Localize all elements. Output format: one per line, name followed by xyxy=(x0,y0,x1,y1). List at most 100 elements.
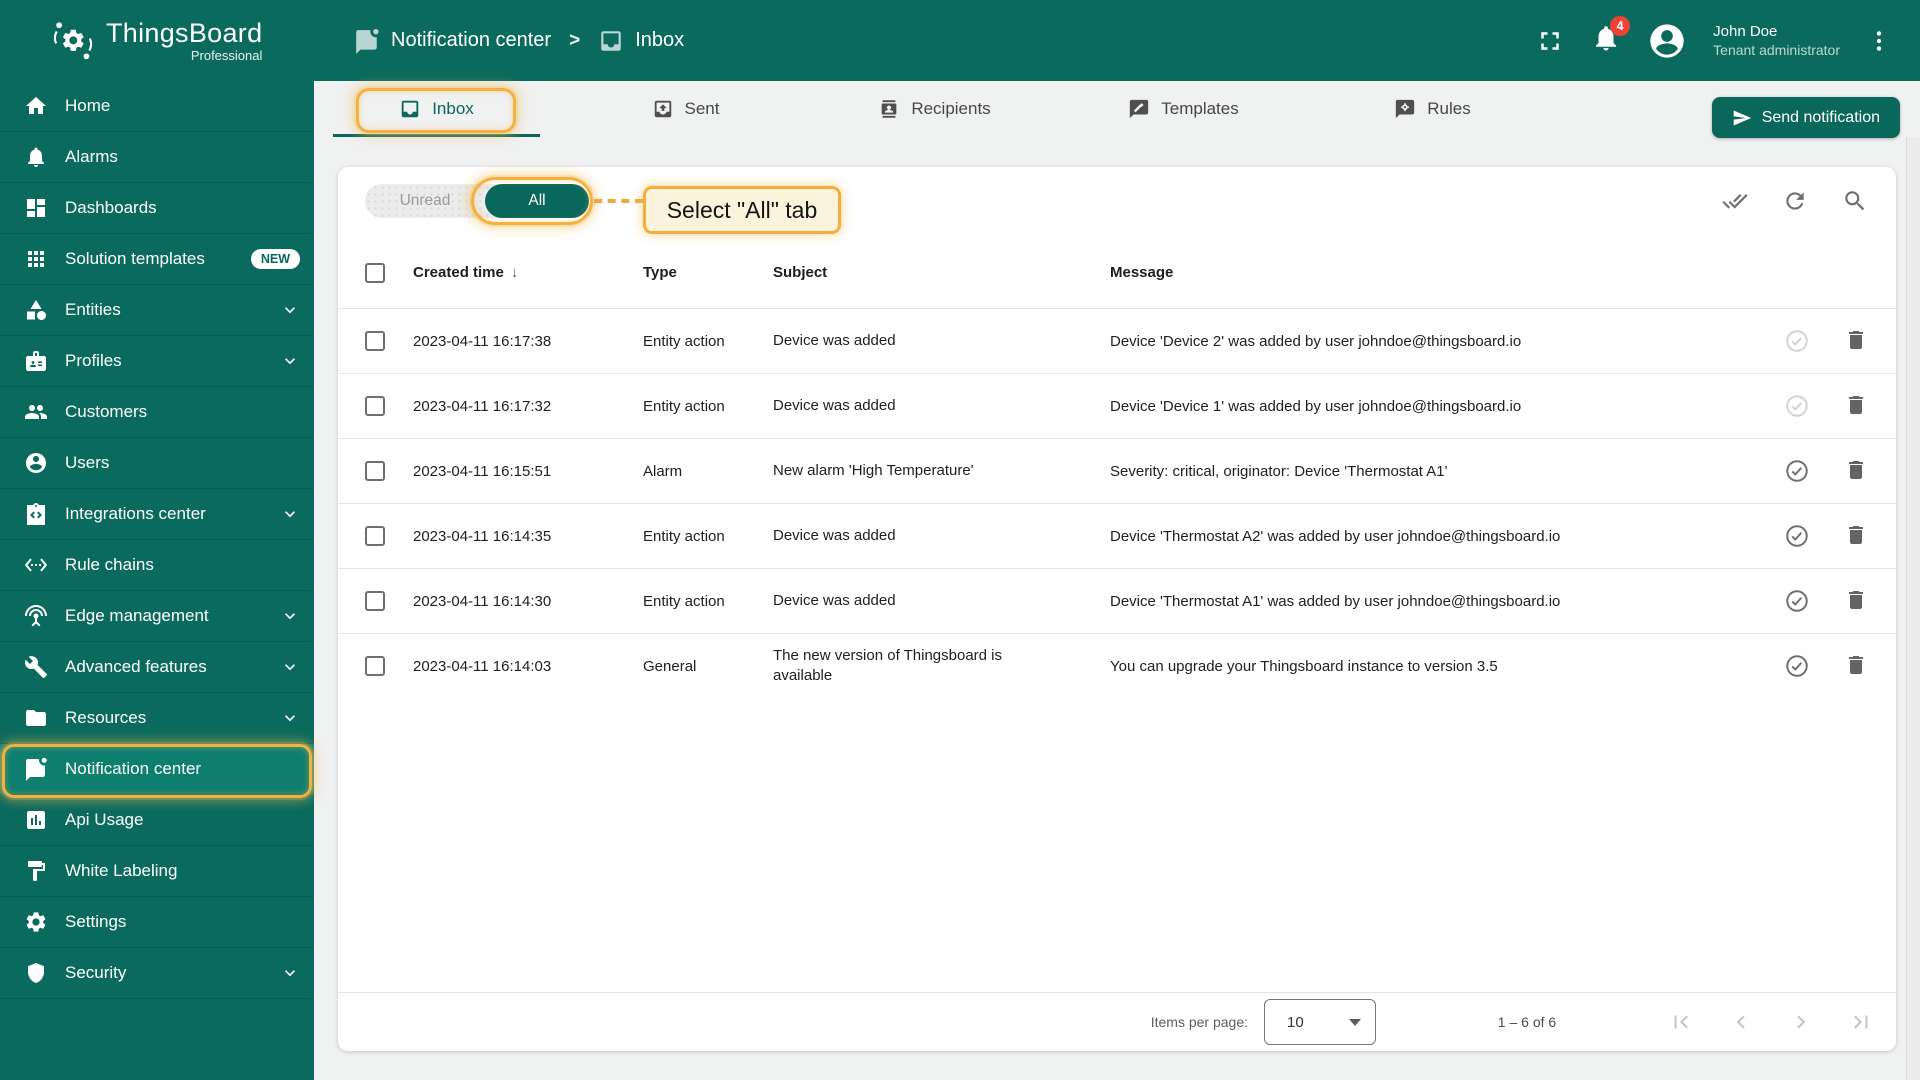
cell-message: Device 'Device 2' was added by user john… xyxy=(1110,332,1522,350)
header-created-time[interactable]: Created time ↓ xyxy=(413,264,643,281)
table-row[interactable]: 2023-04-11 16:17:38 Entity action Device… xyxy=(338,308,1896,373)
mark-as-read-icon[interactable] xyxy=(1784,523,1810,549)
sidebar-item-users[interactable]: Users xyxy=(0,438,314,489)
sidebar-item-alarms[interactable]: Alarms xyxy=(0,132,314,183)
items-per-page-select[interactable]: 10 xyxy=(1264,999,1376,1045)
header-message[interactable]: Message xyxy=(1110,264,1758,281)
sidebar-item-customers[interactable]: Customers xyxy=(0,387,314,438)
chat-dot-icon xyxy=(26,757,47,781)
row-checkbox[interactable] xyxy=(365,331,385,351)
notification-count-badge: 4 xyxy=(1610,16,1631,36)
sidebar-item-resources[interactable]: Resources xyxy=(0,693,314,744)
caret-down-icon xyxy=(1349,1018,1361,1026)
outbox-icon xyxy=(654,100,671,118)
sidebar: Home Alarms Dashboards Solution template… xyxy=(0,81,314,1080)
sidebar-item-profiles[interactable]: Profiles xyxy=(0,336,314,387)
delete-icon[interactable] xyxy=(1844,393,1868,417)
user-name: John Doe xyxy=(1713,22,1778,40)
send-notification-button[interactable]: Send notification xyxy=(1711,97,1900,138)
chevron-down-icon xyxy=(285,307,295,314)
tab-rules[interactable]: Rules xyxy=(1329,81,1536,137)
main-content: Inbox Sent Recipients Templates Rules Se… xyxy=(314,81,1920,1080)
row-checkbox[interactable] xyxy=(365,591,385,611)
sidebar-item-api-usage[interactable]: Api Usage xyxy=(0,795,314,846)
sidebar-item-edge-management[interactable]: Edge management xyxy=(0,591,314,642)
avatar[interactable] xyxy=(1647,21,1687,61)
row-checkbox[interactable] xyxy=(365,461,385,481)
delete-icon[interactable] xyxy=(1844,328,1868,352)
refresh-icon[interactable] xyxy=(1782,188,1808,214)
table-row[interactable]: 2023-04-11 16:14:03 General The new vers… xyxy=(338,633,1896,698)
scrollbar[interactable] xyxy=(1906,137,1920,1080)
more-vert-icon[interactable] xyxy=(1866,28,1892,54)
sidebar-item-notification-center[interactable]: Notification center xyxy=(0,744,314,795)
inbox-card: Unread All Created time ↓ Type Subject Me… xyxy=(338,167,1896,1051)
delete-icon[interactable] xyxy=(1844,523,1868,547)
sidebar-item-entities[interactable]: Entities xyxy=(0,285,314,336)
filter-unread-button[interactable]: Unread xyxy=(365,184,485,218)
mark-as-read-icon[interactable] xyxy=(1784,458,1810,484)
card-toolbar: Unread All xyxy=(338,167,1896,237)
sidebar-item-security[interactable]: Security xyxy=(0,948,314,999)
mark-as-read-icon[interactable] xyxy=(1784,588,1810,614)
cell-subject: New alarm 'High Temperature' xyxy=(773,462,974,479)
tab-bar: Inbox Sent Recipients Templates Rules Se… xyxy=(314,81,1920,138)
cell-subject: Device was added xyxy=(773,332,896,349)
bell-icon xyxy=(28,147,44,167)
last-page-icon[interactable] xyxy=(1848,1009,1874,1035)
sidebar-item-integrations-center[interactable]: Integrations center xyxy=(0,489,314,540)
user-role: Tenant administrator xyxy=(1713,41,1840,58)
cell-message: Severity: critical, originator: Device '… xyxy=(1110,462,1448,480)
mark-as-read-icon[interactable] xyxy=(1784,328,1810,354)
tab-sent[interactable]: Sent xyxy=(582,81,789,137)
cell-type: Entity action xyxy=(643,592,725,610)
table-row[interactable]: 2023-04-11 16:15:51 Alarm New alarm 'Hig… xyxy=(338,438,1896,503)
breadcrumb-notification-center[interactable]: Notification center xyxy=(354,28,551,54)
integration-icon xyxy=(27,503,45,525)
people-icon xyxy=(25,405,47,419)
cell-type: Entity action xyxy=(643,397,725,415)
top-bar: ThingsBoard Professional Notification ce… xyxy=(0,0,1920,81)
row-checkbox[interactable] xyxy=(365,396,385,416)
gear-icon xyxy=(26,912,46,932)
tab-recipients[interactable]: Recipients xyxy=(831,81,1038,137)
thingsboard-logo-icon xyxy=(53,21,93,59)
recipients-icon xyxy=(881,100,897,118)
table-row[interactable]: 2023-04-11 16:14:35 Entity action Device… xyxy=(338,503,1896,568)
row-checkbox[interactable] xyxy=(365,656,385,676)
sidebar-item-white-labeling[interactable]: White Labeling xyxy=(0,846,314,897)
cell-type: General xyxy=(643,657,697,675)
search-icon[interactable] xyxy=(1842,188,1868,214)
delete-icon[interactable] xyxy=(1844,653,1868,677)
next-page-icon[interactable] xyxy=(1788,1009,1814,1035)
sidebar-item-solution-templates[interactable]: Solution templates NEW xyxy=(0,234,314,285)
breadcrumb-inbox[interactable]: Inbox xyxy=(598,28,684,54)
sidebar-item-rule-chains[interactable]: Rule chains xyxy=(0,540,314,591)
notifications-bell-button[interactable]: 4 xyxy=(1591,16,1631,58)
sidebar-item-home[interactable]: Home xyxy=(0,81,314,132)
tab-inbox[interactable]: Inbox xyxy=(333,81,540,137)
fullscreen-icon[interactable] xyxy=(1535,26,1565,56)
header-type[interactable]: Type xyxy=(643,264,773,281)
select-all-checkbox[interactable] xyxy=(365,262,385,283)
mark-as-read-icon[interactable] xyxy=(1784,393,1810,419)
table-row[interactable]: 2023-04-11 16:14:30 Entity action Device… xyxy=(338,568,1896,633)
delete-icon[interactable] xyxy=(1844,458,1868,482)
mark-all-read-icon[interactable] xyxy=(1722,188,1748,214)
breadcrumb-label: Notification center xyxy=(391,29,552,51)
table-row[interactable]: 2023-04-11 16:17:32 Entity action Device… xyxy=(338,373,1896,438)
row-checkbox[interactable] xyxy=(365,526,385,546)
user-menu[interactable]: John Doe Tenant administrator xyxy=(1713,22,1840,60)
tab-templates[interactable]: Templates xyxy=(1080,81,1287,137)
sidebar-item-dashboards[interactable]: Dashboards xyxy=(0,183,314,234)
pagination-range: 1 – 6 of 6 xyxy=(1497,1014,1557,1030)
previous-page-icon[interactable] xyxy=(1728,1009,1754,1035)
header-subject[interactable]: Subject xyxy=(773,263,1110,283)
inbox-icon xyxy=(401,100,419,118)
delete-icon[interactable] xyxy=(1844,588,1868,612)
mark-as-read-icon[interactable] xyxy=(1784,653,1810,679)
filter-all-button[interactable]: All xyxy=(485,184,589,218)
sidebar-item-settings[interactable]: Settings xyxy=(0,897,314,948)
first-page-icon[interactable] xyxy=(1668,1009,1694,1035)
sidebar-item-advanced-features[interactable]: Advanced features xyxy=(0,642,314,693)
